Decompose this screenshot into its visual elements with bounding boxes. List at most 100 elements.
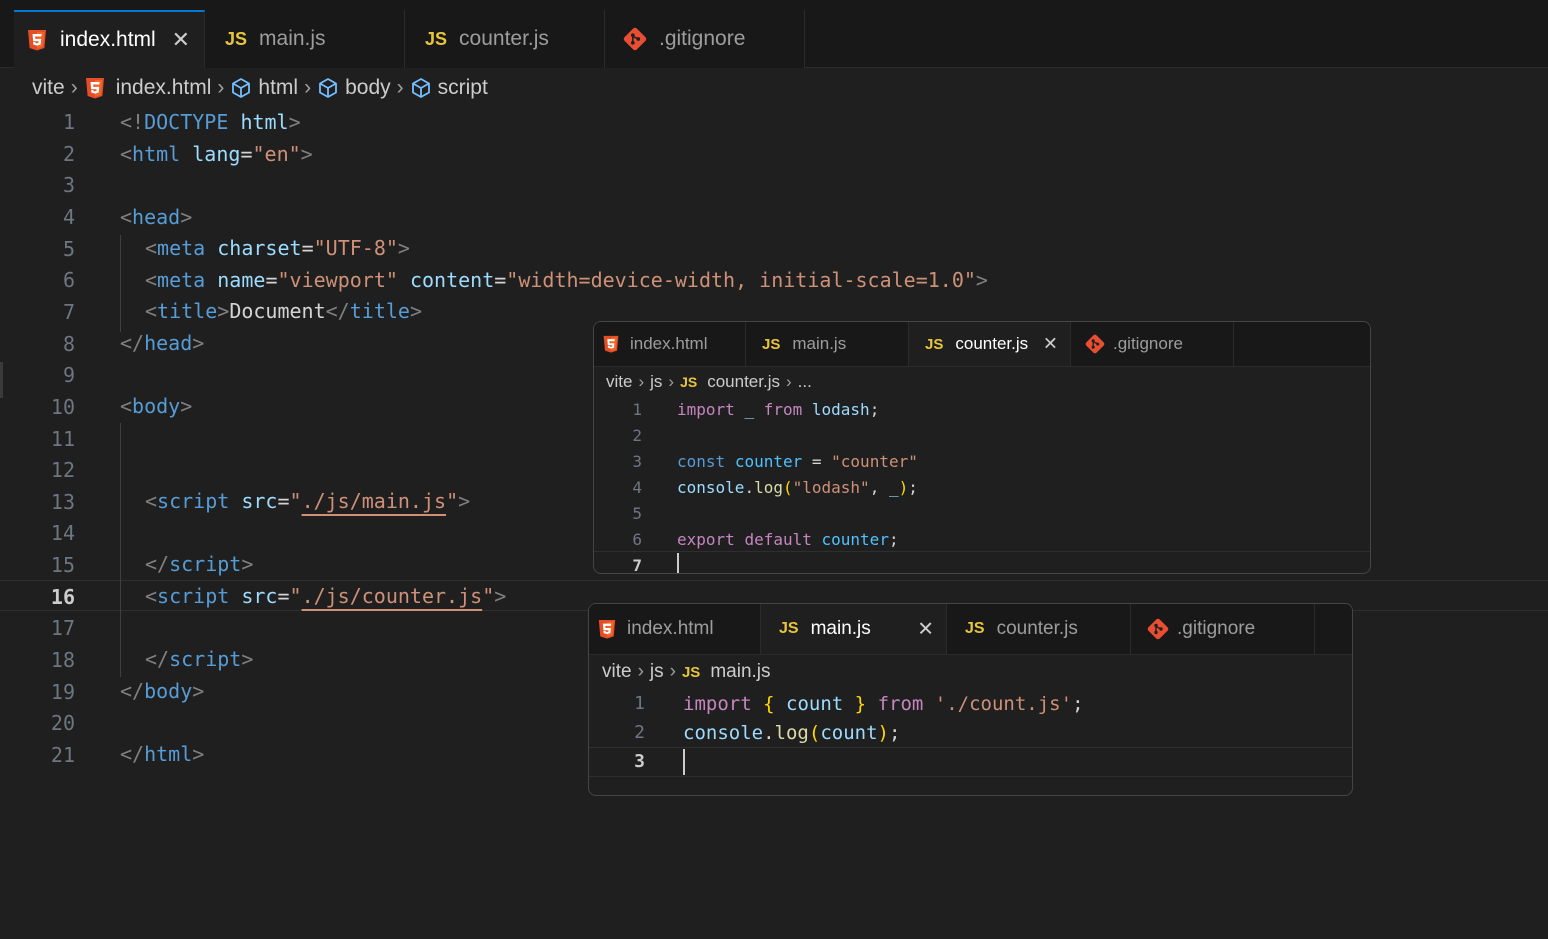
chevron-right-icon: › bbox=[668, 372, 675, 391]
line-number[interactable]: 6 bbox=[20, 267, 75, 293]
breadcrumb-file[interactable]: index.html bbox=[116, 76, 212, 100]
line-number[interactable]: 4 bbox=[20, 204, 75, 230]
chevron-right-icon: › bbox=[785, 372, 792, 391]
peek-tab-index-html[interactable]: index.html bbox=[594, 322, 746, 366]
code-line-13: <script src="./js/main.js"> bbox=[145, 489, 471, 513]
line-number[interactable]: 3 bbox=[604, 451, 642, 473]
tab-label: main.js bbox=[259, 27, 326, 50]
code-line-18: </script> bbox=[145, 647, 254, 671]
tab-label: main.js bbox=[792, 334, 847, 353]
peek-tab-bar: index.html JS main.js ✕ JS counter.js .g… bbox=[589, 604, 1352, 655]
cube-icon bbox=[411, 78, 430, 98]
tab-label: index.html bbox=[627, 618, 714, 639]
tab-label: index.html bbox=[630, 334, 708, 353]
peek-tab-gitignore[interactable]: .gitignore bbox=[1131, 604, 1315, 654]
breadcrumb-root[interactable]: vite bbox=[32, 76, 65, 100]
line-number[interactable]: 1 bbox=[607, 691, 645, 717]
line-number[interactable]: 12 bbox=[20, 457, 75, 483]
code-line-1: import { count } from './count.js'; bbox=[683, 693, 1084, 715]
close-icon[interactable]: ✕ bbox=[1043, 334, 1058, 355]
breadcrumb-root[interactable]: vite bbox=[606, 372, 632, 392]
tab-counter-js[interactable]: JS counter.js bbox=[405, 10, 605, 68]
html5-icon bbox=[598, 619, 616, 639]
line-number[interactable]: 7 bbox=[20, 299, 75, 325]
line-number[interactable]: 3 bbox=[607, 749, 645, 775]
js-icon: JS bbox=[779, 620, 799, 637]
close-icon[interactable]: ✕ bbox=[172, 27, 190, 53]
chevron-right-icon: › bbox=[669, 661, 676, 682]
breadcrumb-file[interactable]: counter.js bbox=[707, 372, 780, 392]
tab-label: .gitignore bbox=[659, 27, 746, 50]
line-number[interactable]: 5 bbox=[20, 236, 75, 262]
link-main-js[interactable]: ./js/main.js bbox=[302, 489, 447, 513]
tab-label: .gitignore bbox=[1113, 334, 1183, 353]
line-number[interactable]: 14 bbox=[20, 520, 75, 546]
peek-tab-main-js[interactable]: JS main.js bbox=[746, 322, 909, 366]
line-number[interactable]: 6 bbox=[604, 529, 642, 551]
line-number[interactable]: 9 bbox=[20, 362, 75, 388]
line-number[interactable]: 13 bbox=[20, 489, 75, 515]
link-counter-js[interactable]: ./js/counter.js bbox=[302, 584, 483, 608]
line-number[interactable]: 2 bbox=[607, 720, 645, 746]
line-number[interactable]: 5 bbox=[604, 503, 642, 525]
chevron-right-icon: › bbox=[638, 372, 645, 391]
js-icon: JS bbox=[681, 663, 701, 681]
code-line-4: <head> bbox=[120, 205, 193, 229]
tab-label: counter.js bbox=[996, 618, 1078, 639]
line-number[interactable]: 1 bbox=[20, 109, 75, 135]
line-number[interactable]: 2 bbox=[20, 141, 75, 167]
js-icon: JS bbox=[965, 620, 985, 637]
peek-tab-gitignore[interactable]: .gitignore bbox=[1071, 322, 1234, 366]
breadcrumb-symbol-body[interactable]: body bbox=[345, 76, 391, 100]
line-number[interactable]: 15 bbox=[20, 552, 75, 578]
line-number[interactable]: 1 bbox=[604, 399, 642, 421]
breadcrumb-symbol-html[interactable]: html bbox=[258, 76, 298, 100]
line-number[interactable]: 4 bbox=[604, 477, 642, 499]
tab-label: index.html bbox=[60, 28, 156, 51]
line-number[interactable]: 21 bbox=[20, 742, 75, 768]
line-number[interactable]: 10 bbox=[20, 394, 75, 420]
code-line-8: </head> bbox=[120, 331, 205, 355]
line-number[interactable]: 2 bbox=[604, 425, 642, 447]
peek-tab-index-html[interactable]: index.html bbox=[589, 604, 761, 654]
line-number[interactable]: 18 bbox=[20, 647, 75, 673]
breadcrumb-folder[interactable]: js bbox=[650, 661, 664, 683]
tab-index-html[interactable]: index.html ✕ bbox=[14, 10, 205, 68]
editor-tab-bar: index.html ✕ JS main.js JS counter.js .g… bbox=[0, 0, 1548, 68]
line-number[interactable]: 16 bbox=[20, 584, 75, 610]
git-icon bbox=[623, 27, 647, 51]
scroll-marker bbox=[0, 362, 3, 398]
breadcrumb-root[interactable]: vite bbox=[602, 661, 632, 683]
code-line-1: <!DOCTYPE html> bbox=[120, 110, 301, 134]
text-cursor bbox=[683, 749, 685, 775]
git-icon bbox=[1085, 334, 1105, 354]
breadcrumb-symbol-script[interactable]: script bbox=[438, 76, 488, 100]
line-number[interactable]: 17 bbox=[20, 615, 75, 641]
code-line-2: <html lang="en"> bbox=[120, 142, 313, 166]
line-number[interactable]: 20 bbox=[20, 710, 75, 736]
tab-main-js[interactable]: JS main.js bbox=[205, 10, 405, 68]
peek-window-counter-js: index.html JS main.js JS counter.js ✕ .g… bbox=[593, 321, 1371, 574]
tab-label: .gitignore bbox=[1177, 618, 1256, 639]
line-number[interactable]: 11 bbox=[20, 426, 75, 452]
peek-tab-counter-js[interactable]: JS counter.js ✕ bbox=[909, 322, 1071, 366]
line-number[interactable]: 3 bbox=[20, 172, 75, 198]
breadcrumb-file[interactable]: main.js bbox=[710, 661, 770, 683]
line-number[interactable]: 7 bbox=[604, 555, 642, 573]
peek-tab-main-js[interactable]: JS main.js ✕ bbox=[761, 604, 947, 654]
breadcrumb-more[interactable]: ... bbox=[798, 372, 812, 392]
tab-gitignore[interactable]: .gitignore bbox=[605, 10, 805, 68]
line-number[interactable]: 8 bbox=[20, 331, 75, 357]
peek-breadcrumb: vite › js › JS main.js bbox=[602, 660, 771, 684]
code-line-15: </script> bbox=[145, 552, 254, 576]
peek-window-main-js: index.html JS main.js ✕ JS counter.js .g… bbox=[588, 603, 1353, 796]
line-number[interactable]: 19 bbox=[20, 679, 75, 705]
peek-tab-counter-js[interactable]: JS counter.js bbox=[947, 604, 1131, 654]
tab-label: counter.js bbox=[459, 27, 549, 50]
code-line-7: <title>Document</title> bbox=[145, 299, 422, 323]
text-cursor bbox=[677, 553, 679, 573]
chevron-right-icon: › bbox=[396, 76, 404, 99]
peek-tab-bar: index.html JS main.js JS counter.js ✕ .g… bbox=[594, 322, 1370, 367]
breadcrumb-folder[interactable]: js bbox=[650, 372, 662, 392]
close-icon[interactable]: ✕ bbox=[917, 617, 934, 642]
